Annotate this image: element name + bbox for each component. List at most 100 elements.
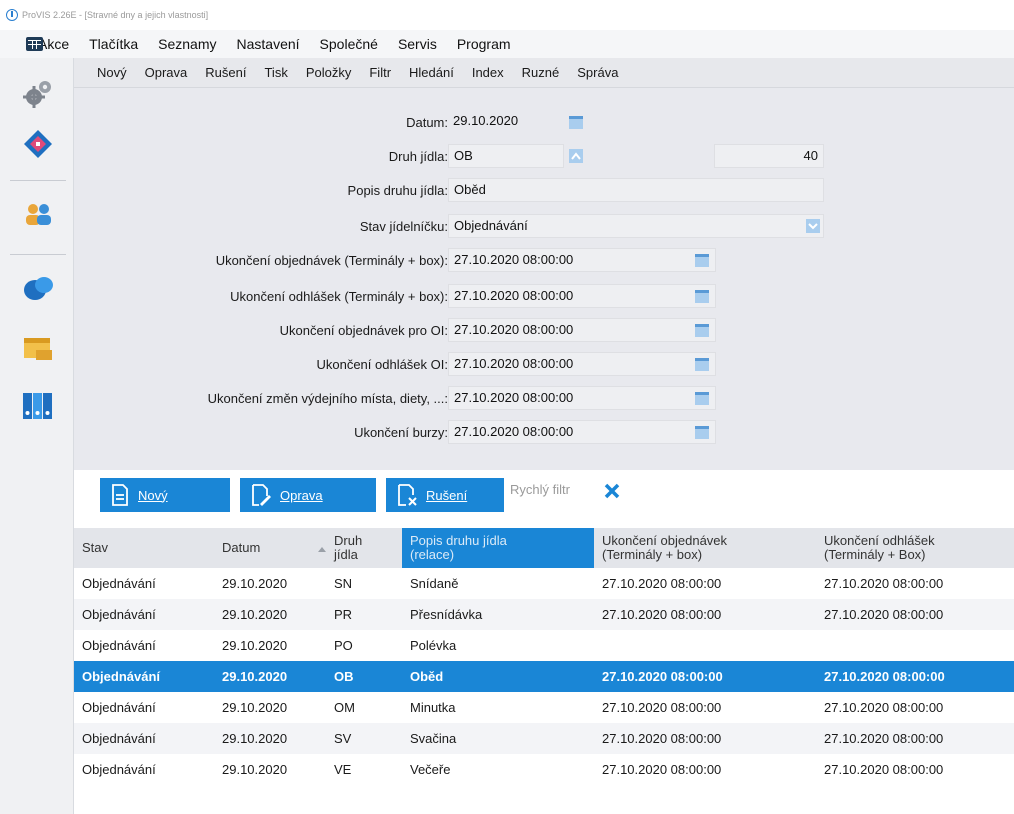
table-row[interactable]: Objednávání 29.10.2020 SV Svačina 27.10.2020… — [74, 723, 1014, 754]
cell-stav: Objednávání — [82, 762, 156, 777]
calendar-icon[interactable] — [694, 356, 710, 372]
cell-datum: 29.10.2020 — [222, 669, 288, 684]
cell-stav: Objednávání — [82, 700, 156, 715]
druh-jidla-number-field[interactable]: 40 — [714, 144, 824, 168]
cell-ukonceni-objednavek: 27.10.2020 08:00:00 — [602, 669, 723, 684]
date-picker-icon[interactable] — [568, 114, 584, 130]
toolbar-hledani[interactable]: Hledání — [400, 65, 463, 80]
toolbar-filtr[interactable]: Filtr — [360, 65, 400, 80]
deadline-odhlasek-oi-field[interactable]: 27.10.2020 08:00:00 — [448, 352, 716, 376]
column-header-datum[interactable]: Datum — [214, 528, 326, 568]
popis-field[interactable]: Oběd — [448, 178, 824, 202]
cell-ukonceni-odhlasek: 27.10.2020 08:00:00 — [824, 669, 945, 684]
deadline-odhlasek-terminal-field[interactable]: 27.10.2020 08:00:00 — [448, 284, 716, 308]
new-document-icon — [112, 484, 128, 506]
cell-popis: Polévka — [410, 638, 457, 653]
deadline-label: Ukončení odhlášek OI: — [316, 356, 448, 372]
cell-datum: 29.10.2020 — [222, 576, 288, 591]
menu-spolecne[interactable]: Společné — [310, 36, 388, 52]
cell-stav: Objednávání — [82, 607, 156, 622]
delete-button[interactable]: Rušení — [386, 478, 504, 512]
edit-button-label: Oprava — [280, 487, 323, 503]
column-header-popis[interactable]: Popis druhu jídla (relace) — [402, 528, 594, 568]
sort-ascending-icon — [318, 547, 326, 552]
calendar-icon[interactable] — [694, 252, 710, 268]
cell-ukonceni-objednavek: 27.10.2020 08:00:00 — [602, 731, 722, 746]
toolbar-index[interactable]: Index — [463, 65, 513, 80]
druh-jidla-field[interactable]: OB — [448, 144, 564, 168]
cell-ukonceni-odhlasek: 27.10.2020 08:00:00 — [824, 700, 944, 715]
deadline-objednavek-oi-field[interactable]: 27.10.2020 08:00:00 — [448, 318, 716, 342]
menu-nastaveni[interactable]: Nastavení — [227, 36, 310, 52]
cell-ukonceni-odhlasek: 27.10.2020 08:00:00 — [824, 762, 944, 777]
cell-popis: Minutka — [410, 700, 456, 715]
cell-ukonceni-objednavek — [594, 630, 816, 661]
cell-ukonceni-objednavek: 27.10.2020 08:00:00 — [602, 607, 722, 622]
column-header-ukonceni-odhlasek[interactable]: Ukončení odhlášek (Terminály + Box) — [816, 528, 1014, 568]
cell-druh: OB — [334, 669, 354, 684]
cell-popis: Oběd — [410, 669, 444, 684]
column-header-druh-jidla[interactable]: Druh jídla — [326, 528, 402, 568]
deadline-label: Ukončení burzy: — [354, 424, 448, 440]
druh-jidla-label: Druh jídla: — [388, 148, 448, 164]
menu-tlacitka[interactable]: Tlačítka — [79, 36, 148, 52]
cell-popis: Přesnídávka — [410, 607, 483, 622]
grid-menu-icon[interactable] — [26, 37, 43, 51]
cell-ukonceni-objednavek: 27.10.2020 08:00:00 — [602, 700, 722, 715]
cell-stav: Objednávání — [82, 669, 161, 684]
cell-druh: PO — [334, 638, 353, 653]
calendar-money-icon[interactable] — [20, 330, 56, 366]
toolbar-ruzne[interactable]: Ruzné — [513, 65, 569, 80]
chat-bubbles-icon[interactable] — [20, 272, 56, 308]
menu-bar: Akce Tlačítka Seznamy Nastavení Společné… — [0, 30, 1014, 58]
new-button[interactable]: Nový — [100, 478, 230, 512]
users-icon[interactable] — [20, 196, 56, 232]
clear-filter-icon[interactable] — [603, 482, 621, 500]
deadline-burzy-field[interactable]: 27.10.2020 08:00:00 — [448, 420, 716, 444]
menu-seznamy[interactable]: Seznamy — [148, 36, 226, 52]
table-header: Stav Datum Druh jídla Popis druhu jídla … — [74, 528, 1014, 568]
stav-select[interactable]: Objednávání — [448, 214, 824, 238]
edit-document-icon — [252, 484, 271, 506]
diamond-link-icon[interactable] — [20, 126, 56, 162]
cell-datum: 29.10.2020 — [222, 762, 288, 777]
chevron-down-icon[interactable] — [805, 218, 821, 234]
menu-servis[interactable]: Servis — [388, 36, 447, 52]
popis-label: Popis druhu jídla: — [347, 182, 448, 198]
toolbar-oprava[interactable]: Oprava — [136, 65, 197, 80]
cell-druh: SN — [334, 576, 353, 591]
table-row[interactable]: Objednávání 29.10.2020 OM Minutka 27.10.2020… — [74, 692, 1014, 723]
deadline-zmen-mista-field[interactable]: 27.10.2020 08:00:00 — [448, 386, 716, 410]
app-logo-icon — [6, 9, 18, 21]
toolbar-polozky[interactable]: Položky — [297, 65, 361, 80]
calendar-icon[interactable] — [694, 390, 710, 406]
table-row[interactable]: Objednávání 29.10.2020 PR Přesnídávka 27.10.… — [74, 599, 1014, 630]
cell-druh: OM — [334, 700, 355, 715]
binders-icon[interactable] — [20, 388, 56, 424]
toolbar-tisk[interactable]: Tisk — [255, 65, 296, 80]
calendar-icon[interactable] — [694, 322, 710, 338]
deadline-objednavek-terminal-field[interactable]: 27.10.2020 08:00:00 — [448, 248, 716, 272]
cell-ukonceni-objednavek: 27.10.2020 08:00:00 — [602, 576, 722, 591]
table-row[interactable]: Objednávání 29.10.2020 SN Snídaně 27.10.2020… — [74, 568, 1014, 599]
toolbar-sprava[interactable]: Správa — [568, 65, 627, 80]
toolbar-novy[interactable]: Nový — [88, 65, 136, 80]
lookup-icon[interactable] — [568, 148, 584, 164]
column-header-ukonceni-objednavek[interactable]: Ukončení objednávek (Terminály + box) — [594, 528, 816, 568]
left-sidebar — [0, 58, 74, 814]
table-row[interactable]: Objednávání 29.10.2020 OB Oběd 27.10.2020 08… — [74, 661, 1014, 692]
menu-program[interactable]: Program — [447, 36, 521, 52]
datum-field[interactable]: 29.10.2020 — [448, 110, 546, 134]
edit-button[interactable]: Oprava — [240, 478, 376, 512]
cell-datum: 29.10.2020 — [222, 638, 288, 653]
cell-ukonceni-odhlasek: 27.10.2020 08:00:00 — [824, 607, 944, 622]
table-row[interactable]: Objednávání 29.10.2020 VE Večeře 27.10.2020 … — [74, 754, 1014, 785]
calendar-icon[interactable] — [694, 288, 710, 304]
gears-icon[interactable] — [20, 76, 56, 112]
calendar-icon[interactable] — [694, 424, 710, 440]
column-header-stav[interactable]: Stav — [74, 528, 214, 568]
table-row[interactable]: Objednávání 29.10.2020 PO Polévka — [74, 630, 1014, 661]
cell-ukonceni-objednavek: 27.10.2020 08:00:00 — [602, 762, 722, 777]
quick-filter-input[interactable]: Rychlý filtr — [510, 482, 570, 497]
toolbar-ruseni[interactable]: Rušení — [196, 65, 255, 80]
